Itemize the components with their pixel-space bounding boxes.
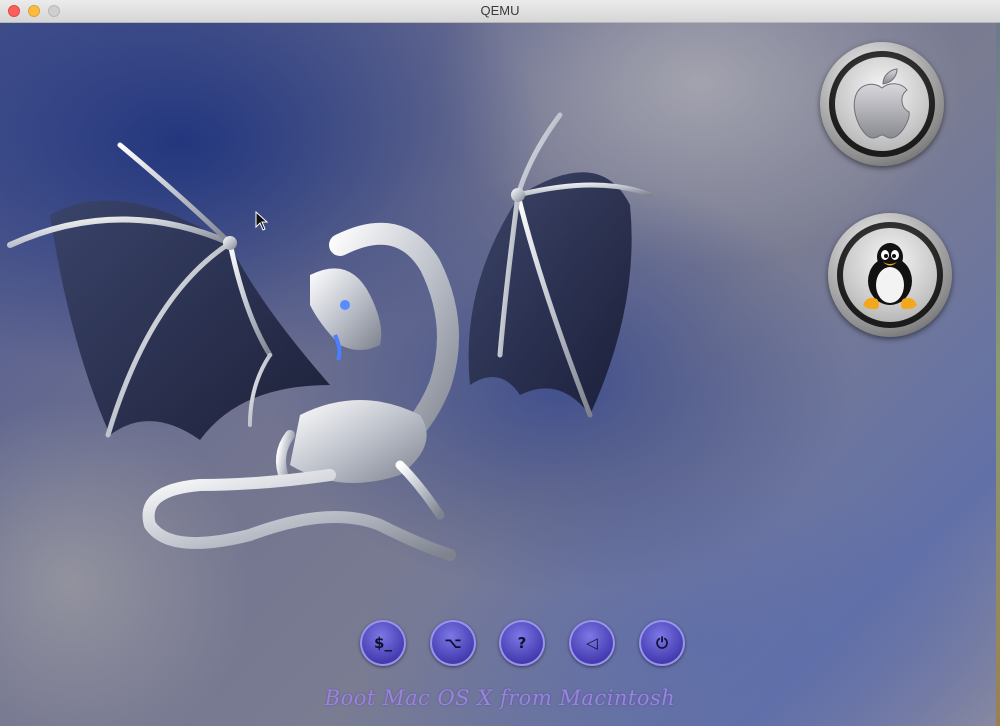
- shell-button[interactable]: $_: [360, 620, 406, 666]
- shutdown-button[interactable]: ⏻: [639, 620, 685, 666]
- boot-entry-linux[interactable]: [828, 213, 952, 337]
- title-bar[interactable]: QEMU: [0, 0, 1000, 23]
- terminal-icon: $_: [374, 634, 392, 652]
- power-icon: ⏻: [656, 634, 668, 652]
- tux-penguin-icon: [863, 243, 917, 310]
- llvm-dragon-artwork: [7, 112, 653, 561]
- boot-entry-macos[interactable]: [820, 42, 944, 166]
- reset-nvram-button[interactable]: ◁: [569, 620, 615, 666]
- apple-logo-icon: [853, 68, 910, 139]
- mouse-cursor: [255, 211, 269, 231]
- options-icon: ⌥: [444, 634, 462, 652]
- help-icon: ?: [517, 634, 527, 652]
- selected-boot-entry-label: Boot Mac OS X from Macintosh: [324, 686, 676, 710]
- help-button[interactable]: ?: [499, 620, 545, 666]
- window-title: QEMU: [480, 3, 520, 18]
- back-triangle-icon: ◁: [586, 634, 598, 652]
- qemu-window: QEMU $_ ⌥ ? ◁ ⏻ Boot Mac OS X from Macin…: [0, 0, 1000, 726]
- desktop-edge: [996, 23, 1000, 726]
- options-button[interactable]: ⌥: [430, 620, 476, 666]
